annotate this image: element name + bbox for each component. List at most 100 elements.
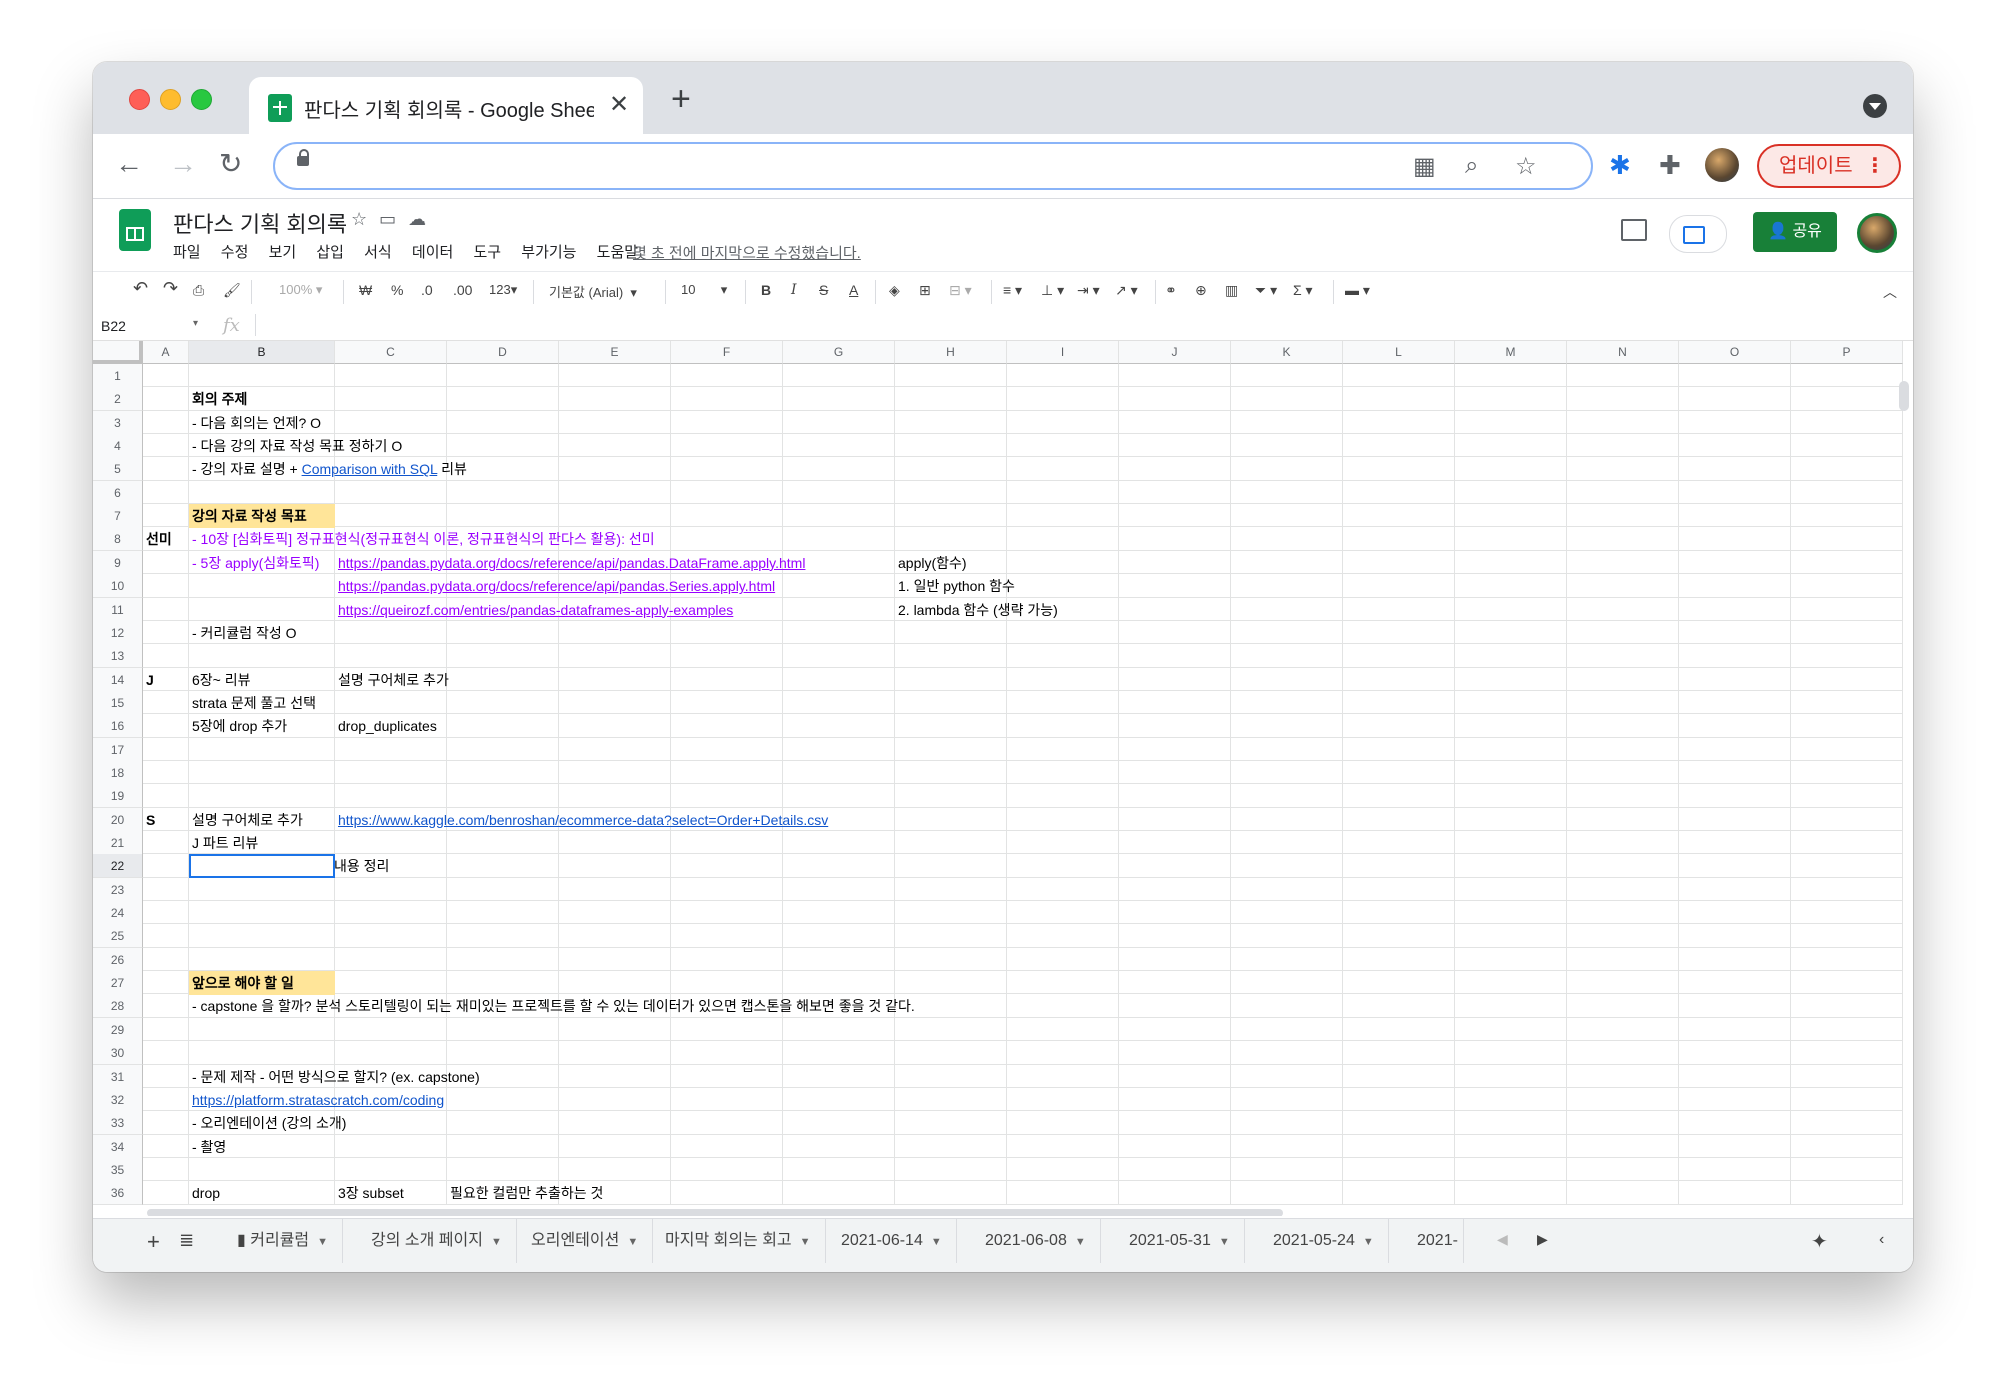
- cell-a20[interactable]: S: [143, 808, 155, 832]
- column-header[interactable]: I: [1007, 341, 1119, 364]
- menu-help[interactable]: 도움말: [597, 244, 638, 261]
- redo-icon[interactable]: ↷: [163, 278, 178, 299]
- font-select[interactable]: 기본값 (Arial) ▾: [549, 282, 637, 301]
- text-rotation-icon[interactable]: ↗ ▾: [1115, 282, 1138, 299]
- column-header[interactable]: P: [1791, 341, 1903, 364]
- cell-b3[interactable]: - 다음 회의는 언제? O: [189, 411, 321, 435]
- row-header[interactable]: 18: [93, 760, 143, 785]
- row-header[interactable]: 14: [93, 667, 143, 692]
- sheets-logo-icon[interactable]: [119, 209, 151, 251]
- row-header[interactable]: 25: [93, 924, 143, 949]
- comparison-sql-link[interactable]: Comparison with SQL: [302, 461, 438, 477]
- last-edit-link[interactable]: 몇 초 전에 마지막으로 수정했습니다.: [633, 242, 861, 263]
- menu-tools[interactable]: 도구: [473, 244, 501, 261]
- column-header[interactable]: G: [783, 341, 895, 364]
- sheet-tab-2021-06-14[interactable]: 2021-06-14 ▼: [827, 1219, 957, 1263]
- cell-d36[interactable]: 필요한 컬럼만 추출하는 것: [447, 1181, 603, 1205]
- present-button[interactable]: [1669, 215, 1727, 253]
- fill-color-icon[interactable]: ◈: [889, 282, 900, 299]
- insert-chart-icon[interactable]: ▥: [1225, 282, 1238, 299]
- row-header[interactable]: 21: [93, 831, 143, 855]
- font-size-select[interactable]: 10 ▾: [681, 282, 727, 298]
- row-header[interactable]: 33: [93, 1111, 143, 1136]
- row-header[interactable]: 11: [93, 597, 143, 622]
- cell-b4[interactable]: - 다음 강의 자료 작성 목표 정하기 O: [189, 434, 402, 458]
- currency-format-button[interactable]: ₩: [359, 282, 372, 298]
- column-header[interactable]: M: [1455, 341, 1567, 364]
- column-header[interactable]: H: [895, 341, 1007, 364]
- paint-format-icon[interactable]: 🖌: [223, 282, 241, 299]
- move-folder-icon[interactable]: ▭: [379, 209, 408, 229]
- horizontal-align-icon[interactable]: ≡ ▾: [1003, 282, 1022, 299]
- update-button[interactable]: 업데이트 ⋮: [1757, 144, 1901, 188]
- cell-h9[interactable]: apply(함수): [895, 551, 967, 575]
- explore-icon[interactable]: ✦: [1811, 1229, 1828, 1254]
- borders-icon[interactable]: ⊞: [919, 282, 931, 299]
- row-header[interactable]: 30: [93, 1041, 143, 1066]
- cell-b5[interactable]: - 강의 자료 설명 + Comparison with SQL 리뷰: [189, 457, 467, 481]
- qr-code-icon[interactable]: ▦: [1413, 152, 1436, 181]
- insert-comment-icon[interactable]: ⊕: [1195, 282, 1207, 299]
- cell-b21[interactable]: J 파트 리뷰: [189, 831, 258, 855]
- cell-b31[interactable]: - 문제 제작 - 어떤 방식으로 할지? (ex. capstone): [189, 1065, 480, 1089]
- extensions-puzzle-icon[interactable]: ✚: [1659, 150, 1681, 181]
- row-header[interactable]: 24: [93, 901, 143, 926]
- cell-b15[interactable]: strata 문제 풀고 선택: [189, 691, 316, 715]
- row-header[interactable]: 12: [93, 620, 143, 645]
- column-header[interactable]: E: [559, 341, 671, 364]
- bookmark-star-icon[interactable]: ☆: [1515, 152, 1537, 181]
- cell-c16[interactable]: drop_duplicates: [335, 714, 437, 738]
- italic-button[interactable]: I: [791, 282, 797, 298]
- row-header[interactable]: 4: [93, 434, 143, 459]
- sheet-tab-orientation[interactable]: 오리엔테이션 ▼: [517, 1219, 654, 1263]
- cell-h10[interactable]: 1. 일반 python 함수: [895, 574, 1015, 598]
- spreadsheet-grid[interactable]: A B C D E F G H I J K L M N O P 1 2 3 4 5 6 7 8 9 10 11 12 13 14 15 16 1…: [93, 341, 1913, 1216]
- text-color-button[interactable]: A: [849, 282, 858, 298]
- vertical-align-icon[interactable]: ⊥ ▾: [1041, 282, 1064, 299]
- print-icon[interactable]: ⎙: [193, 282, 204, 299]
- row-header[interactable]: 35: [93, 1157, 143, 1182]
- name-box[interactable]: B22: [101, 318, 126, 334]
- close-icon[interactable]: ✕: [609, 90, 629, 119]
- cell-b20[interactable]: 설명 구어체로 추가: [189, 808, 303, 832]
- menu-insert[interactable]: 삽입: [316, 244, 344, 261]
- sheet-tab-intro[interactable]: 강의 소개 페이지 ▼: [357, 1219, 517, 1263]
- horizontal-scrollbar[interactable]: [147, 1208, 1283, 1216]
- cloud-status-icon[interactable]: ☁: [408, 209, 438, 229]
- column-header[interactable]: L: [1343, 341, 1455, 364]
- cell-b28[interactable]: - capstone 을 할까? 분석 스토리텔링이 되는 재미있는 프로젝트를…: [189, 994, 915, 1018]
- cell-b33[interactable]: - 오리엔테이션 (강의 소개): [189, 1111, 346, 1135]
- filter-icon[interactable]: ⏷ ▾: [1255, 282, 1277, 299]
- column-header[interactable]: J: [1119, 341, 1231, 364]
- column-header[interactable]: K: [1231, 341, 1343, 364]
- row-header[interactable]: 28: [93, 994, 143, 1019]
- minimize-window-button[interactable]: [160, 89, 181, 110]
- comment-history-icon[interactable]: [1621, 219, 1647, 241]
- menu-format[interactable]: 서식: [364, 244, 392, 261]
- cell-b7[interactable]: 강의 자료 작성 목표: [189, 504, 335, 529]
- menu-view[interactable]: 보기: [269, 244, 297, 261]
- row-header[interactable]: 23: [93, 877, 143, 902]
- all-sheets-icon[interactable]: ≣: [179, 1230, 194, 1251]
- cell-b2[interactable]: 회의 주제: [189, 387, 247, 411]
- row-header[interactable]: 31: [93, 1064, 143, 1089]
- sheet-tab-2021-05-24[interactable]: 2021-05-24 ▼: [1259, 1219, 1389, 1263]
- insert-link-icon[interactable]: ⚭: [1165, 282, 1177, 299]
- cell-b9[interactable]: - 5장 apply(심화토픽): [189, 551, 319, 575]
- menu-edit[interactable]: 수정: [221, 244, 249, 261]
- star-icon[interactable]: ☆: [351, 209, 379, 229]
- row-header[interactable]: 17: [93, 737, 143, 762]
- scroll-tabs-right-icon[interactable]: ▶: [1537, 1231, 1548, 1248]
- row-header[interactable]: 1: [93, 364, 143, 388]
- cell-b8[interactable]: - 10장 [심화토픽] 정규표현식(정규표현식 이론, 정규표현식의 판다스 …: [189, 527, 655, 551]
- percent-format-button[interactable]: %: [391, 282, 403, 298]
- row-header[interactable]: 15: [93, 690, 143, 715]
- cell-c36[interactable]: 3장 subset: [335, 1181, 404, 1205]
- cell-c22[interactable]: 내용 정리: [331, 854, 389, 878]
- more-formats-select[interactable]: 123▾: [489, 282, 517, 298]
- extension-bug-icon[interactable]: ✱: [1609, 150, 1631, 181]
- row-header[interactable]: 10: [93, 574, 143, 599]
- column-header[interactable]: D: [447, 341, 559, 364]
- close-window-button[interactable]: [129, 89, 150, 110]
- column-header[interactable]: O: [1679, 341, 1791, 364]
